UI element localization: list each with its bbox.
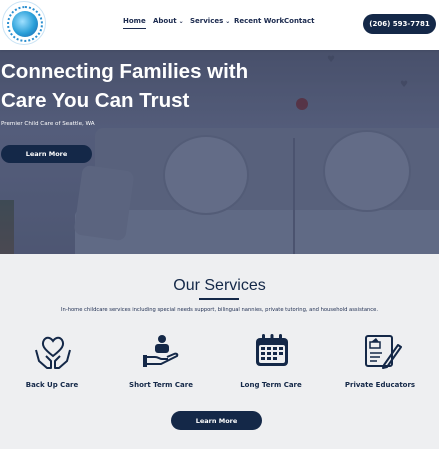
caring-hand-icon xyxy=(143,335,179,367)
hero-title: Connecting Families with Care You Can Tr… xyxy=(1,60,249,112)
nav-about[interactable]: About ⌄ xyxy=(153,17,184,25)
service-label: Short Term Care xyxy=(129,381,193,389)
nav-home[interactable]: Home xyxy=(123,17,146,29)
logo-globe-icon xyxy=(12,11,38,37)
chevron-down-icon: ⌄ xyxy=(225,18,231,25)
phone-label: (206) 593-7781 xyxy=(369,20,430,28)
services-title: Our Services xyxy=(173,277,266,294)
service-card-short-term-care[interactable]: Short Term Care xyxy=(111,330,211,400)
site-header: Home About ⌄ Services ⌄ Recent Work Contac… xyxy=(0,0,439,50)
site-logo[interactable] xyxy=(2,1,46,45)
service-label: Long Term Care xyxy=(240,381,302,389)
chevron-down-icon: ⌄ xyxy=(178,18,184,25)
phone-button[interactable]: (206) 593-7781 xyxy=(363,14,436,34)
services-description: In-home childcare services including spe… xyxy=(61,307,378,313)
nav-services[interactable]: Services ⌄ xyxy=(190,17,230,25)
hero-learn-more-button[interactable]: Learn More xyxy=(1,145,92,163)
service-card-back-up-care[interactable]: Back Up Care xyxy=(2,330,102,400)
calendar-icon xyxy=(256,334,288,366)
nav-recent-work[interactable]: Recent Work xyxy=(234,17,284,25)
service-label: Back Up Care xyxy=(25,381,79,389)
service-card-private-educators[interactable]: Private Educators xyxy=(330,330,430,400)
title-underline xyxy=(199,298,239,300)
notebook-pen-icon xyxy=(365,335,402,369)
service-card-long-term-care[interactable]: Long Term Care xyxy=(221,330,321,400)
services-section: Our Services In-home childcare services … xyxy=(0,254,439,449)
nav-contact[interactable]: Contact xyxy=(284,17,315,25)
hero-section: ♥ ♥ Connecting Families with Care You Ca… xyxy=(0,50,439,254)
heart-hands-icon xyxy=(35,336,71,369)
hero-subtitle: Premier Child Care of Seattle, WA xyxy=(1,121,95,127)
services-learn-more-button[interactable]: Learn More xyxy=(171,411,262,430)
service-label: Private Educators xyxy=(344,381,416,389)
